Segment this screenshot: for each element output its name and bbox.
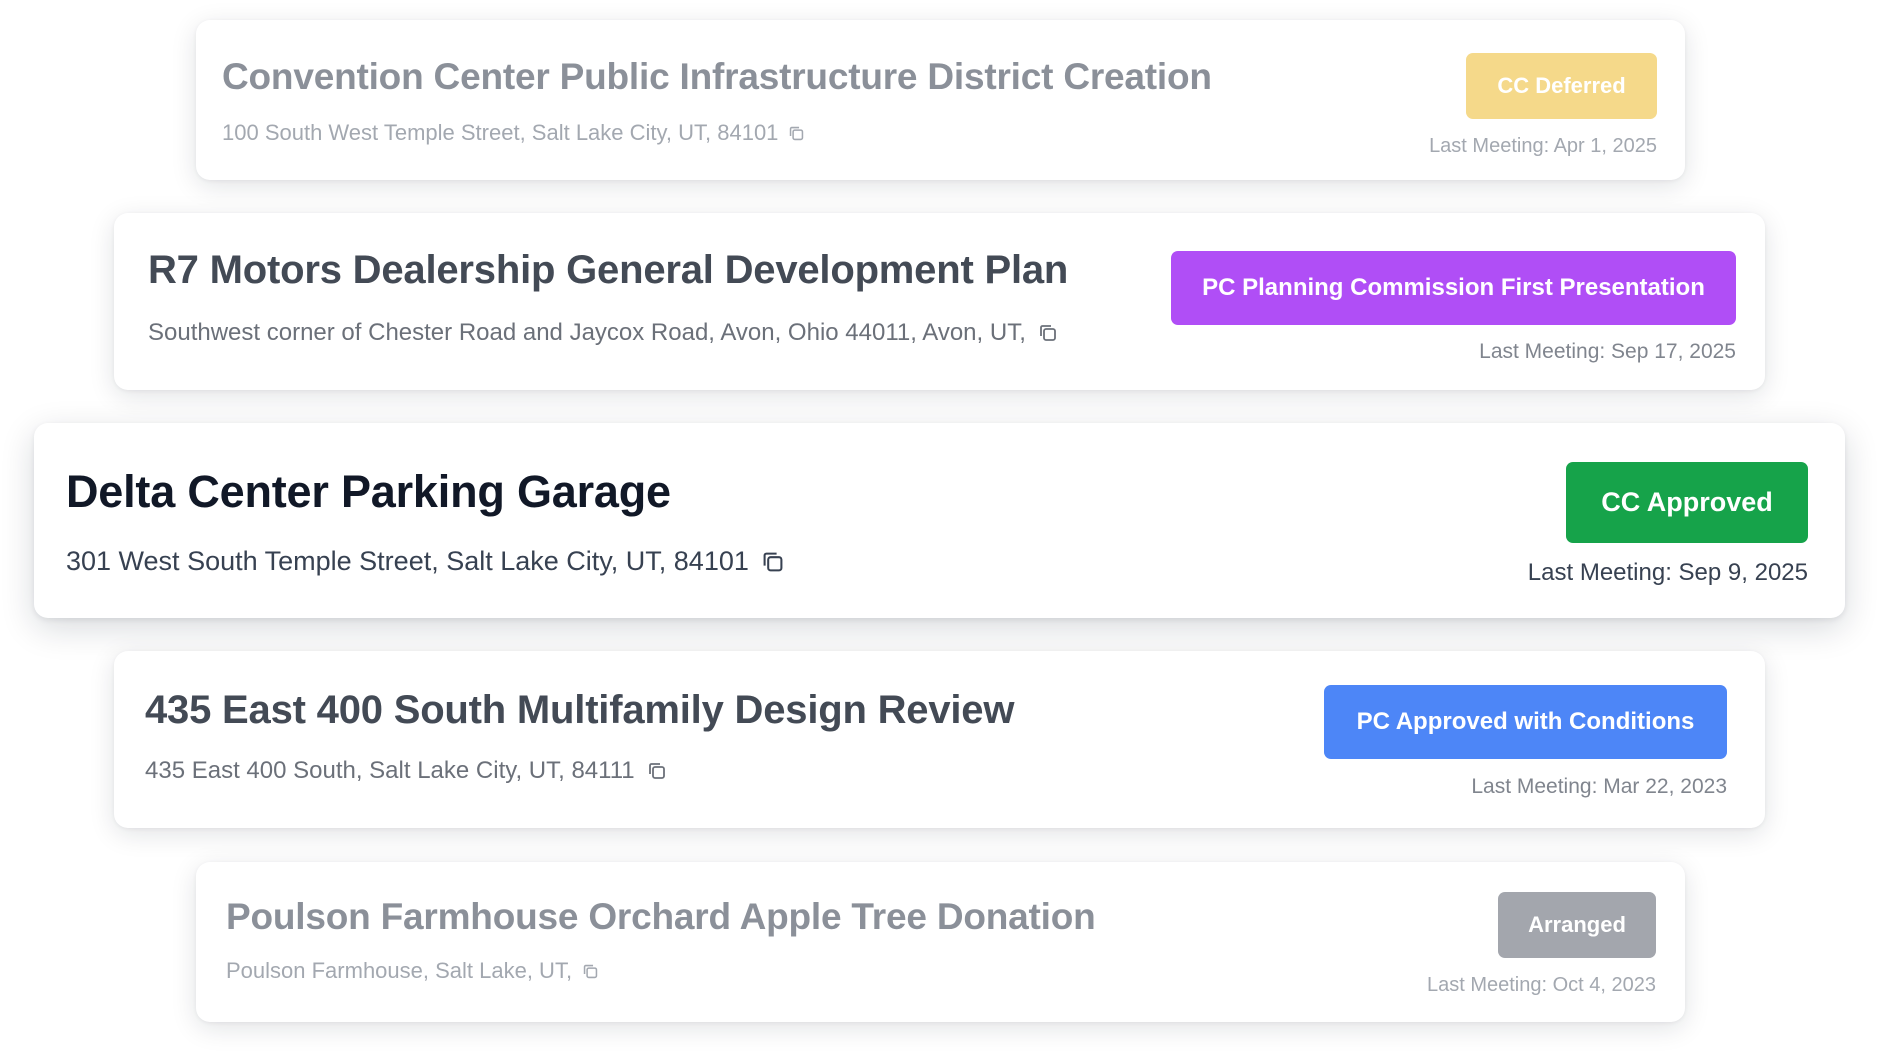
project-card[interactable]: Poulson Farmhouse Orchard Apple Tree Don… xyxy=(196,862,1685,1022)
project-card[interactable]: Delta Center Parking Garage 301 West Sou… xyxy=(34,423,1845,618)
last-meeting-date: Last Meeting: Mar 22, 2023 xyxy=(1471,775,1727,798)
project-status-area: CC Approved Last Meeting: Sep 9, 2025 xyxy=(1528,462,1808,587)
status-badge[interactable]: CC Approved xyxy=(1566,462,1808,543)
address-row: Southwest corner of Chester Road and Jay… xyxy=(148,319,1068,347)
project-title: 435 East 400 South Multifamily Design Re… xyxy=(145,688,1015,732)
project-status-area: PC Approved with Conditions Last Meeting… xyxy=(1324,685,1727,799)
status-badge[interactable]: CC Deferred xyxy=(1466,53,1657,119)
project-status-area: CC Deferred Last Meeting: Apr 1, 2025 xyxy=(1429,53,1657,158)
project-address: 100 South West Temple Street, Salt Lake … xyxy=(222,120,779,145)
project-card[interactable]: 435 East 400 South Multifamily Design Re… xyxy=(114,651,1765,828)
project-title: R7 Motors Dealership General Development… xyxy=(148,248,1069,292)
project-title: Delta Center Parking Garage xyxy=(66,466,671,517)
copy-icon[interactable] xyxy=(788,125,805,142)
project-title: Poulson Farmhouse Orchard Apple Tree Don… xyxy=(226,896,1096,937)
project-card-stack: Convention Center Public Infrastructure … xyxy=(0,0,1878,1056)
copy-icon[interactable] xyxy=(1038,323,1058,343)
last-meeting-date: Last Meeting: Apr 1, 2025 xyxy=(1429,135,1657,157)
address-row: 435 East 400 South, Salt Lake City, UT, … xyxy=(145,757,1014,785)
address-row: 301 West South Temple Street, Salt Lake … xyxy=(66,546,785,577)
project-status-area: Arranged Last Meeting: Oct 4, 2023 xyxy=(1427,892,1656,997)
project-address: Southwest corner of Chester Road and Jay… xyxy=(148,319,1026,346)
project-info: 435 East 400 South Multifamily Design Re… xyxy=(145,688,1014,785)
copy-icon[interactable] xyxy=(647,761,667,781)
project-info: Delta Center Parking Garage 301 West Sou… xyxy=(66,466,785,577)
last-meeting-date: Last Meeting: Sep 9, 2025 xyxy=(1527,559,1808,586)
project-card[interactable]: R7 Motors Dealership General Development… xyxy=(114,213,1765,390)
project-info: Convention Center Public Infrastructure … xyxy=(222,56,1212,146)
project-card[interactable]: Convention Center Public Infrastructure … xyxy=(196,20,1685,180)
copy-icon[interactable] xyxy=(761,550,785,574)
copy-icon[interactable] xyxy=(582,963,599,980)
address-row: Poulson Farmhouse, Salt Lake, UT, xyxy=(226,958,1096,984)
last-meeting-date: Last Meeting: Sep 17, 2025 xyxy=(1479,340,1736,363)
project-info: Poulson Farmhouse Orchard Apple Tree Don… xyxy=(226,896,1096,984)
last-meeting-date: Last Meeting: Oct 4, 2023 xyxy=(1426,974,1656,996)
status-badge[interactable]: PC Approved with Conditions xyxy=(1324,685,1727,759)
project-address: 435 East 400 South, Salt Lake City, UT, … xyxy=(145,757,635,784)
status-badge[interactable]: Arranged xyxy=(1498,892,1656,958)
status-badge[interactable]: PC Planning Commission First Presentatio… xyxy=(1171,251,1736,325)
project-info: R7 Motors Dealership General Development… xyxy=(148,248,1068,347)
project-address: Poulson Farmhouse, Salt Lake, UT, xyxy=(226,958,573,983)
address-row: 100 South West Temple Street, Salt Lake … xyxy=(222,120,1212,146)
project-status-area: PC Planning Commission First Presentatio… xyxy=(1171,251,1736,364)
project-address: 301 West South Temple Street, Salt Lake … xyxy=(66,546,749,576)
project-title: Convention Center Public Infrastructure … xyxy=(222,56,1212,97)
